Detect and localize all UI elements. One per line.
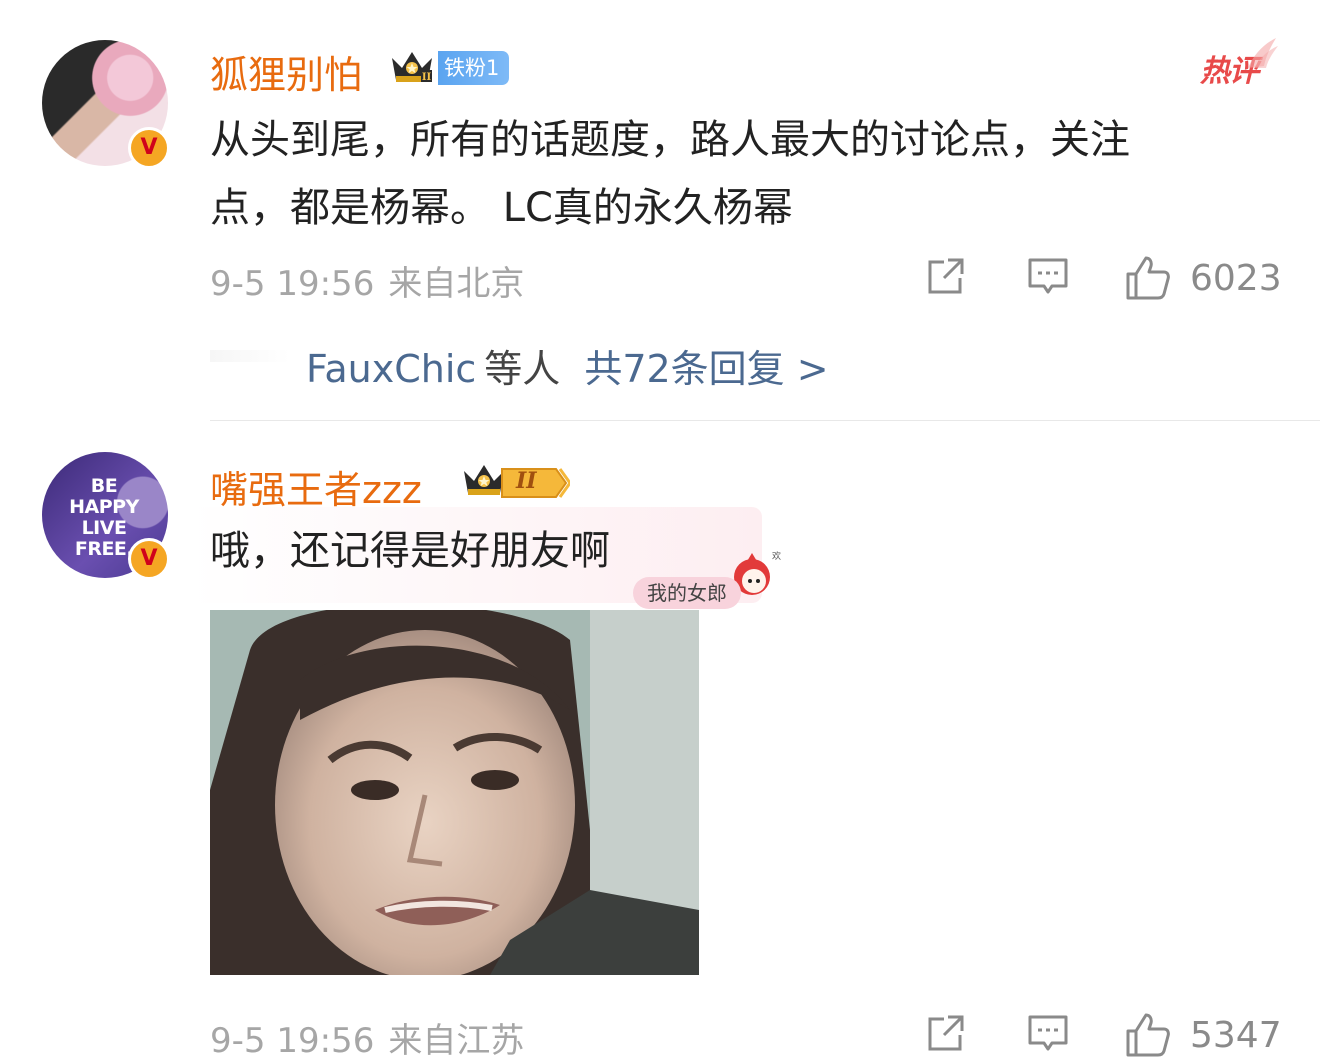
level-badge: II	[500, 465, 572, 501]
verified-badge-icon: V	[128, 538, 170, 580]
comment-item: BE HAPPY LIVE FREE. V 嘴强王者zzz II 哦，还记得是好…	[0, 421, 1320, 1061]
comment-text-line: 点，都是杨幂。 LC真的永久杨幂	[210, 185, 793, 231]
crown-icon: II	[392, 52, 432, 83]
reply-summary[interactable]: FauxChic 等人 共72条回复 >	[306, 338, 829, 393]
comment-text-line: 从头到尾，所有的话题度，路人最大的讨论点，关注	[210, 117, 1130, 163]
timestamp: 9-5 19:56	[210, 1021, 375, 1061]
thumbs-up-icon	[1126, 1013, 1170, 1057]
reply-user-link[interactable]: FauxChic	[306, 347, 476, 391]
comment-text: 从头到尾，所有的话题度，路人最大的讨论点，关注 点，都是杨幂。 LC真的永久杨幂	[210, 106, 1290, 242]
location: 来自江苏	[388, 1021, 525, 1061]
share-icon	[928, 1015, 964, 1051]
avatar-text-line: HAPPY	[69, 496, 139, 518]
reply-button[interactable]	[1026, 254, 1070, 298]
fan-badge: 铁粉1	[438, 51, 510, 85]
like-button[interactable]: 5347	[1124, 1011, 1282, 1059]
reply-others-text: 等人	[484, 347, 561, 391]
face-photo	[210, 610, 699, 975]
username[interactable]: 嘴强王者zzz	[210, 459, 422, 514]
level-text: II	[516, 468, 537, 494]
comment-icon	[1028, 258, 1068, 294]
share-icon	[928, 258, 964, 294]
avatar-text-line: LIVE	[81, 517, 127, 539]
avatar-text-line: BE	[90, 475, 118, 497]
comment-image[interactable]	[210, 610, 699, 975]
comment-icon	[1028, 1015, 1068, 1051]
thumbs-up-icon	[1126, 256, 1170, 300]
reply-preview-shadow	[210, 350, 290, 362]
view-all-replies-link[interactable]: 共72条回复 >	[584, 347, 828, 391]
comment-meta: 9-5 19:56 来自北京	[210, 256, 524, 305]
username[interactable]: 狐狸别怕	[210, 44, 362, 99]
like-count: 6023	[1190, 257, 1282, 299]
verified-badge-icon: V	[128, 127, 170, 169]
comment-item: V 狐狸别怕 II 铁粉1 热评 从头到尾，所有的话题度，路人最大的讨论点，关注…	[0, 0, 1320, 420]
timestamp: 9-5 19:56	[210, 264, 375, 304]
svg-text:欢: 欢	[772, 550, 781, 562]
reply-button[interactable]	[1026, 1011, 1070, 1055]
share-button[interactable]	[924, 1011, 968, 1055]
location: 来自北京	[388, 264, 525, 304]
share-button[interactable]	[924, 254, 968, 298]
like-button[interactable]: 6023	[1124, 254, 1282, 302]
hot-wing-icon	[1248, 38, 1278, 68]
sticker-label: 我的女郎	[633, 577, 741, 609]
like-count: 5347	[1190, 1014, 1282, 1056]
vip-level-text: II	[422, 72, 432, 83]
